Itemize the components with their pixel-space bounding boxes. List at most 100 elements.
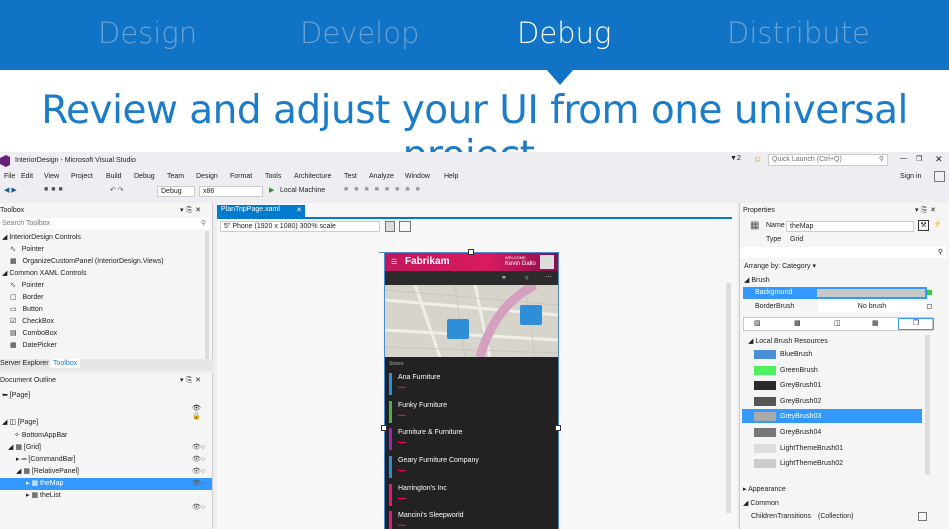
name-input[interactable]: theMap	[786, 221, 914, 232]
toolbar-extra-icons[interactable]: ■■■■■■■■	[344, 186, 426, 193]
back-forward-icon[interactable]: ◀ ▶	[4, 186, 17, 194]
designer-scrollbar[interactable]	[726, 283, 731, 513]
store-row[interactable]: Mancini's Sleepworld ▬▬	[389, 511, 549, 529]
toolbox-pin-close-icon[interactable]: ▾⎘✕	[180, 206, 204, 215]
map-pin-icon[interactable]	[447, 319, 469, 339]
notification-flag-icon[interactable]: ▼2	[730, 155, 741, 162]
map-view[interactable]	[385, 285, 558, 357]
solid-brush-icon[interactable]: ▩	[794, 319, 801, 327]
filter-icon[interactable]: ▿	[525, 274, 529, 282]
toolbox-item[interactable]: ▭ Button	[10, 304, 222, 316]
toolbox-item[interactable]: ▦ DatePicker	[10, 340, 222, 352]
toolbox-item[interactable]: ⬁ Pointer	[10, 244, 222, 256]
device-select[interactable]: 5" Phone (1920 x 1080) 300% scale	[220, 221, 380, 232]
menu-debug[interactable]: Debug	[134, 173, 155, 180]
toolbox-item[interactable]: ▦ OrganizeCustomPanel (InteriorDesign.Vi…	[10, 256, 222, 268]
quick-launch-input[interactable]: Quick Launch (Ctrl+Q) ⚲	[768, 154, 888, 166]
resize-handle[interactable]	[468, 249, 474, 255]
toolbox-item[interactable]: ⬁ Pointer	[10, 280, 222, 292]
toolbox-item[interactable]: ☑ CheckBox	[10, 316, 222, 328]
menu-edit[interactable]: Edit	[21, 173, 33, 180]
platform-select[interactable]: x86	[199, 186, 263, 197]
run-icon[interactable]: ▶	[269, 186, 274, 194]
outline-root[interactable]: ⬅ [Page]	[2, 390, 214, 402]
map-pin-icon[interactable]	[520, 305, 542, 325]
store-row[interactable]: Geary Furniture Company ▬▬	[389, 456, 549, 480]
common-category[interactable]: ◢ Common	[743, 499, 779, 507]
property-search-input[interactable]: ⚲	[740, 247, 946, 258]
menu-tools[interactable]: Tools	[265, 173, 281, 180]
menu-analyze[interactable]: Analyze	[369, 173, 394, 180]
feedback-smiley-icon[interactable]: ☺	[753, 154, 762, 164]
outline-node[interactable]: ◢ ◫ [Page]	[2, 417, 214, 429]
toolbox-scrollbar[interactable]	[205, 231, 209, 361]
toolbox-group[interactable]: ◢ InteriorDesign Controls	[2, 232, 214, 244]
brush-name[interactable]: GreenBrush	[780, 367, 818, 374]
property-marker[interactable]	[927, 290, 932, 295]
events-icon[interactable]: ⚡	[933, 220, 942, 228]
brush-name[interactable]: BlueBrush	[780, 351, 812, 358]
store-row[interactable]: Ana Furniture ▬▬	[389, 373, 549, 397]
tab-toolbox[interactable]: Toolbox	[50, 359, 81, 368]
brush-name[interactable]: LightThemeBrush02	[780, 460, 843, 467]
menu-format[interactable]: Format	[230, 173, 252, 180]
resources-scrollbar[interactable]	[925, 335, 930, 475]
resource-brush-icon[interactable]: ❐	[898, 318, 934, 330]
menu-window[interactable]: Window	[405, 173, 430, 180]
menu-design[interactable]: Design	[196, 173, 218, 180]
restore-button[interactable]: ❐	[916, 155, 922, 163]
background-property[interactable]: Background	[743, 287, 927, 299]
config-select[interactable]: Debug	[157, 186, 195, 197]
toolbox-item[interactable]: ▢ Border	[10, 292, 222, 304]
menu-view[interactable]: View	[44, 173, 59, 180]
brush-name[interactable]: GreyBrush03	[780, 413, 821, 420]
null-brush-icon[interactable]: ▨	[754, 319, 761, 327]
menu-build[interactable]: Build	[106, 173, 122, 180]
minimize-button[interactable]: —	[900, 155, 907, 162]
sign-in-link[interactable]: Sign in	[900, 173, 921, 180]
wrench-icon[interactable]: ⚒	[918, 220, 929, 231]
local-resources-header[interactable]: ◢ Local Brush Resources	[748, 337, 828, 345]
menu-file[interactable]: File	[4, 173, 15, 180]
outline-pin-close-icon[interactable]: ▾⎘✕	[180, 376, 204, 385]
resize-handle[interactable]	[379, 252, 385, 253]
outline-node[interactable]: ✧ BottomAppBar	[14, 430, 226, 442]
step-develop[interactable]: Develop	[300, 16, 419, 50]
brush-name[interactable]: GreyBrush01	[780, 382, 821, 389]
childrentransitions-value[interactable]: (Collection)	[818, 513, 853, 520]
brush-name[interactable]: GreyBrush04	[780, 429, 821, 436]
store-row[interactable]: Funky Furniture ▬▬	[389, 401, 549, 425]
brush-name[interactable]: LightThemeBrush01	[780, 445, 843, 452]
phone-canvas[interactable]: ☰ Fabrikam WELCOME, Kevin Gallo ⚭ ▿ ⋯ St…	[384, 252, 559, 529]
outline-node[interactable]: ▸ ▦ theList	[26, 490, 238, 502]
portrait-toggle-icon[interactable]	[385, 221, 395, 232]
outline-node-selected[interactable]: ▸ ▦ theMap	[0, 478, 212, 490]
account-avatar-icon[interactable]	[934, 171, 945, 182]
undo-redo-icon[interactable]: ↶ ↷	[110, 186, 124, 194]
appearance-category[interactable]: ▸ Appearance	[743, 485, 786, 493]
toolbox-group[interactable]: ◢ Common XAML Controls	[2, 268, 214, 280]
menu-team[interactable]: Team	[167, 173, 184, 180]
file-actions-icon[interactable]: ■■■	[44, 186, 66, 193]
landscape-toggle-icon[interactable]	[399, 221, 411, 232]
menu-help[interactable]: Help	[444, 173, 458, 180]
close-button[interactable]: ✕	[935, 154, 943, 165]
step-design[interactable]: Design	[98, 16, 197, 50]
visibility-icons[interactable]: 👁○ 👁○ 👁○ 👁○ 👁○	[192, 442, 205, 514]
step-debug[interactable]: Debug	[517, 16, 611, 50]
image-brush-icon[interactable]: ▦	[872, 319, 879, 327]
run-target-button[interactable]: Local Machine	[280, 187, 325, 194]
borderbrush-value[interactable]: No brush	[818, 301, 926, 312]
properties-pin-close-icon[interactable]: ▾⎘✕	[915, 206, 939, 215]
globe-icon[interactable]: ⚭	[501, 274, 507, 282]
close-tab-icon[interactable]: ✕	[296, 206, 302, 214]
store-row[interactable]: Furniture & Furniture ▬▬	[389, 428, 549, 452]
gradient-brush-icon[interactable]: ◫	[834, 319, 841, 327]
tab-plantrippage[interactable]: PlanTripPage.xaml ✕	[217, 205, 305, 217]
menu-project[interactable]: Project	[71, 173, 93, 180]
menu-architecture[interactable]: Architecture	[294, 173, 331, 180]
toolbox-search-input[interactable]: Search Toolbox ⚲	[0, 218, 210, 229]
brush-name[interactable]: GreyBrush02	[780, 398, 821, 405]
brush-category[interactable]: ◢ Brush	[744, 276, 770, 284]
toolbox-item[interactable]: ▤ ComboBox	[10, 328, 222, 340]
